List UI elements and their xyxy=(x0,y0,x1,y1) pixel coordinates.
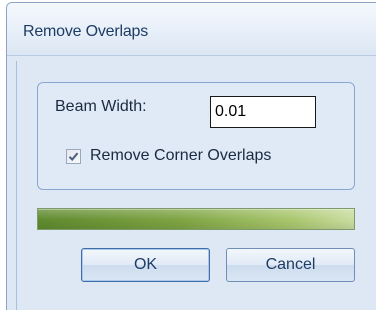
ok-button[interactable]: OK xyxy=(81,248,210,282)
dialog-title: Remove Overlaps xyxy=(23,23,149,40)
beam-width-input[interactable]: 0.01 xyxy=(210,96,316,128)
progress-fill xyxy=(38,209,354,229)
title-bar[interactable]: Remove Overlaps xyxy=(7,3,376,56)
progress-bar xyxy=(37,208,355,230)
beam-width-label: Beam Width: xyxy=(55,98,147,115)
options-group: Beam Width: 0.01 Remove Corner Overlaps xyxy=(37,82,355,190)
remove-corner-overlaps-label[interactable]: Remove Corner Overlaps xyxy=(90,147,271,165)
remove-corner-overlaps-checkbox[interactable] xyxy=(66,149,81,164)
cancel-button[interactable]: Cancel xyxy=(226,248,355,282)
checkmark-icon xyxy=(68,152,79,161)
